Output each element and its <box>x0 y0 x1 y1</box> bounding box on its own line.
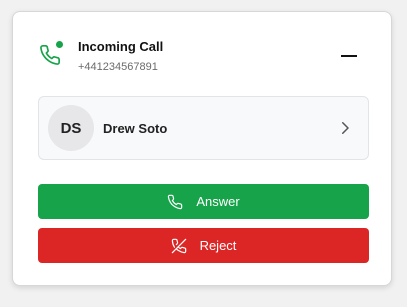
minimize-button[interactable] <box>338 45 360 67</box>
avatar: DS <box>48 105 94 151</box>
online-status-dot <box>56 41 63 48</box>
call-header: Incoming Call +441234567891 <box>13 12 391 92</box>
chevron-right-icon <box>336 119 354 137</box>
contact-name: Drew Soto <box>103 121 168 136</box>
answer-button[interactable]: Answer <box>38 184 369 219</box>
call-title: Incoming Call <box>78 39 164 54</box>
reject-button[interactable]: Reject <box>38 228 369 263</box>
phone-icon <box>167 194 183 210</box>
caller-number: +441234567891 <box>78 61 158 73</box>
answer-label: Answer <box>196 194 240 209</box>
reject-label: Reject <box>199 238 237 253</box>
phone-off-icon <box>171 238 187 254</box>
incoming-call-card: Incoming Call +441234567891 DS Drew Soto… <box>12 11 392 286</box>
minus-icon <box>341 55 357 57</box>
contact-row[interactable]: DS Drew Soto <box>38 96 369 160</box>
